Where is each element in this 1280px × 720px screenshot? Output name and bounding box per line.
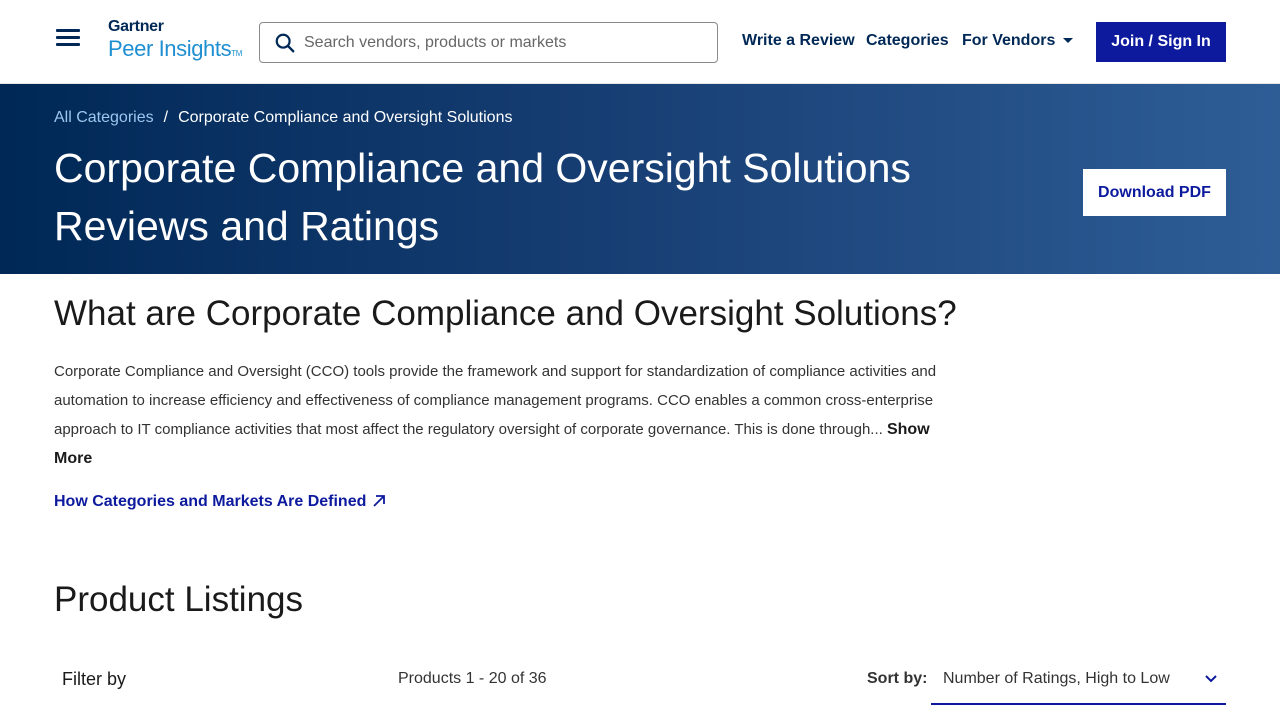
- nav-for-vendors[interactable]: For Vendors: [962, 32, 1074, 50]
- sort-select[interactable]: Number of Ratings, High to Low: [931, 656, 1226, 705]
- sort-selected-value: Number of Ratings, High to Low: [943, 670, 1170, 687]
- breadcrumb: All Categories / Corporate Compliance and …: [54, 109, 512, 127]
- logo-gartner-text: Gartner: [108, 18, 164, 35]
- external-arrow-icon: [373, 495, 386, 507]
- how-categories-defined-link[interactable]: How Categories and Markets Are Defined: [54, 493, 386, 511]
- category-description-text: Corporate Compliance and Oversight (CCO)…: [54, 363, 937, 438]
- caret-down-icon: [1063, 38, 1074, 44]
- breadcrumb-all-categories[interactable]: All Categories: [54, 109, 154, 126]
- search-input[interactable]: [304, 23, 704, 62]
- chevron-down-icon: [1205, 675, 1217, 683]
- logo-peer-insights-text: Peer InsightsTM: [108, 36, 242, 67]
- product-count: Products 1 - 20 of 36: [398, 670, 547, 687]
- page-title: Corporate Compliance and Oversight Solut…: [54, 145, 911, 249]
- hero-banner: All Categories / Corporate Compliance and …: [0, 84, 1280, 274]
- nav-for-vendors-label: For Vendors: [962, 32, 1056, 49]
- nav-write-review[interactable]: Write a Review: [742, 32, 855, 50]
- breadcrumb-current: Corporate Compliance and Oversight Solut…: [178, 109, 513, 126]
- search-icon: [275, 33, 295, 53]
- section-title-product-listings: Product Listings: [54, 580, 304, 619]
- site-header: Gartner Peer InsightsTM Write a Review C…: [0, 0, 1280, 84]
- join-sign-in-button[interactable]: Join / Sign In: [1096, 22, 1226, 62]
- filter-by-label: Filter by: [62, 669, 127, 689]
- how-categories-defined-label: How Categories and Markets Are Defined: [54, 493, 367, 510]
- gartner-peer-insights-logo[interactable]: Gartner Peer InsightsTM: [108, 18, 242, 67]
- logo-tm: TM: [231, 49, 242, 58]
- download-pdf-button[interactable]: Download PDF: [1083, 169, 1226, 216]
- search-box[interactable]: [259, 22, 718, 63]
- menu-icon[interactable]: [56, 29, 82, 49]
- breadcrumb-separator: /: [163, 109, 169, 126]
- nav-categories[interactable]: Categories: [866, 32, 949, 50]
- logo-peer-insights-label: Peer Insights: [108, 36, 232, 61]
- section-title-what-are: What are Corporate Compliance and Oversi…: [54, 294, 957, 333]
- category-description: Corporate Compliance and Oversight (CCO)…: [54, 357, 954, 473]
- sort-by-label: Sort by:: [867, 670, 928, 687]
